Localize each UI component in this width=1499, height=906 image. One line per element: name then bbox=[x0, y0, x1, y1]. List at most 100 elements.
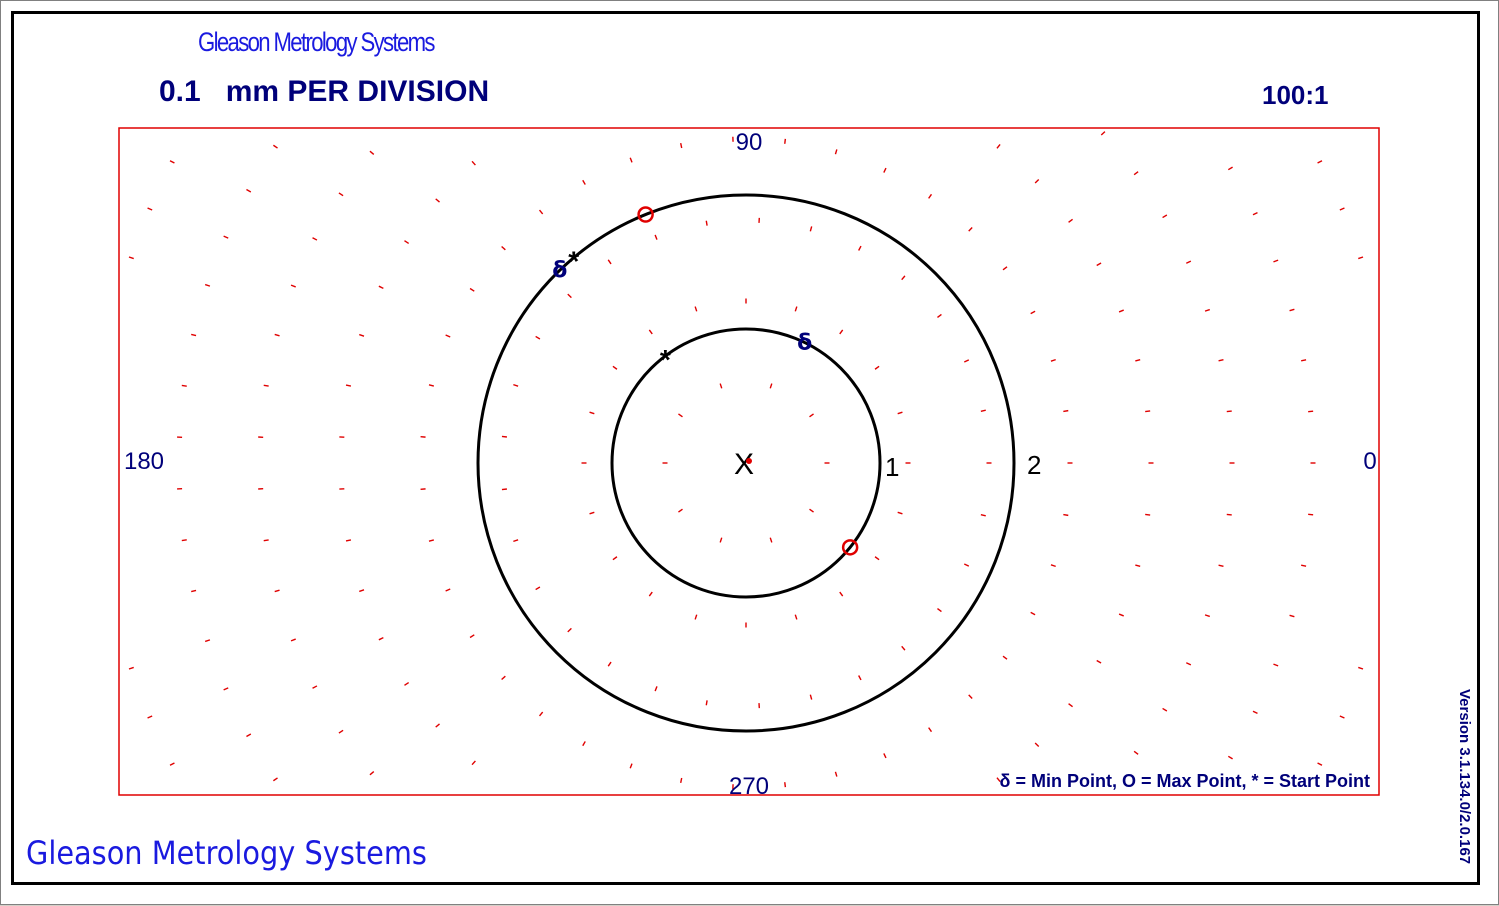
angle-label-180: 180 bbox=[124, 448, 164, 475]
grid-tick bbox=[536, 336, 540, 339]
angle-label-270: 270 bbox=[729, 773, 769, 800]
grid-tick bbox=[937, 314, 941, 317]
grid-tick bbox=[649, 330, 652, 334]
angle-label-90: 90 bbox=[736, 129, 763, 156]
grid-tick bbox=[1069, 219, 1073, 222]
grid-tick bbox=[969, 695, 972, 699]
grid-tick bbox=[835, 772, 836, 777]
grid-tick bbox=[129, 667, 134, 669]
grid-tick bbox=[859, 246, 861, 250]
grid-tick bbox=[898, 512, 903, 514]
grid-tick bbox=[379, 286, 384, 288]
grid-tick bbox=[404, 241, 408, 244]
grid-tick bbox=[170, 161, 174, 163]
grid-tick bbox=[224, 236, 229, 238]
grid-tick bbox=[1186, 663, 1191, 665]
grid-tick bbox=[1290, 309, 1295, 310]
grid-tick bbox=[470, 288, 474, 291]
brand-logo-bottom: Gleason Metrology Systems bbox=[26, 834, 427, 872]
grid-tick bbox=[1301, 565, 1306, 566]
grid-tick bbox=[339, 193, 343, 196]
grid-tick bbox=[1097, 263, 1101, 265]
grid-tick bbox=[902, 276, 905, 280]
grid-tick bbox=[875, 557, 879, 560]
grid-tick bbox=[429, 385, 434, 386]
grid-tick bbox=[205, 640, 210, 642]
ring-label-1: 1 bbox=[885, 452, 899, 482]
grid-tick bbox=[678, 509, 682, 512]
grid-tick bbox=[1318, 763, 1322, 765]
grid-tick bbox=[630, 158, 632, 163]
grid-tick bbox=[1227, 514, 1232, 515]
grid-tick bbox=[981, 515, 986, 516]
grid-tick bbox=[902, 646, 905, 650]
grid-tick bbox=[273, 778, 277, 781]
grid-tick bbox=[898, 412, 903, 414]
grid-tick bbox=[681, 143, 682, 148]
grid-tick bbox=[937, 609, 941, 612]
grid-tick bbox=[795, 615, 797, 620]
grid-tick bbox=[1186, 261, 1191, 263]
grid-tick bbox=[148, 716, 153, 718]
grid-tick bbox=[1253, 213, 1257, 215]
grid-tick bbox=[1031, 612, 1035, 614]
grid-tick bbox=[1119, 614, 1124, 616]
grid-tick bbox=[1145, 411, 1150, 412]
grid-tick bbox=[840, 592, 843, 596]
grid-tick bbox=[129, 257, 134, 259]
grid-tick bbox=[291, 639, 296, 641]
grid-tick bbox=[655, 686, 657, 691]
legend: δ = Min Point, O = Max Point, * = Start … bbox=[1000, 771, 1370, 791]
grid-tick bbox=[513, 385, 518, 387]
grid-tick bbox=[1358, 667, 1363, 669]
grid-tick bbox=[720, 538, 722, 543]
grid-tick bbox=[681, 778, 682, 783]
grid-tick bbox=[810, 226, 811, 231]
grid-tick bbox=[590, 512, 595, 514]
grid-tick bbox=[859, 675, 861, 679]
grid-tick bbox=[540, 712, 543, 716]
grid-tick bbox=[929, 194, 932, 198]
grid-tick bbox=[608, 260, 611, 264]
grid-tick bbox=[429, 540, 434, 541]
grid-tick bbox=[770, 384, 772, 389]
grid-tick bbox=[246, 190, 250, 192]
polar-chart: Xδ*δ* 90 270 180 0 1 2 δ = Min Point, O … bbox=[1, 1, 1499, 906]
start-point-marker: * bbox=[568, 246, 579, 277]
grid-tick bbox=[1135, 565, 1140, 566]
grid-tick bbox=[313, 686, 317, 688]
grid-tick bbox=[1097, 661, 1101, 663]
grid-tick bbox=[964, 360, 969, 362]
version-label: Version 3.1.134.0/2.0.167 bbox=[1456, 689, 1473, 864]
grid-tick bbox=[470, 635, 474, 638]
grid-tick bbox=[370, 151, 374, 154]
grid-tick bbox=[884, 753, 886, 758]
grid-tick bbox=[583, 180, 586, 184]
grid-tick bbox=[706, 700, 707, 705]
grid-tick bbox=[1340, 208, 1345, 210]
grid-tick bbox=[1003, 267, 1007, 270]
grid-tick bbox=[655, 235, 657, 240]
grid-tick bbox=[472, 761, 475, 765]
grid-tick bbox=[264, 385, 269, 386]
grid-tick bbox=[1135, 360, 1140, 361]
grid-tick bbox=[613, 557, 617, 560]
grid-tick bbox=[1003, 656, 1007, 659]
grid-tick bbox=[649, 592, 652, 596]
start-point-marker: * bbox=[660, 344, 671, 375]
grid-tick bbox=[583, 741, 586, 745]
grid-tick bbox=[785, 139, 786, 144]
grid-tick bbox=[502, 676, 506, 679]
min-point-marker: δ bbox=[797, 331, 812, 356]
grid-tick bbox=[170, 763, 174, 765]
grid-tick bbox=[339, 730, 343, 733]
grid-tick bbox=[379, 638, 384, 640]
grid-tick bbox=[964, 564, 969, 566]
grid-tick bbox=[275, 590, 280, 591]
grid-tick bbox=[678, 414, 682, 417]
grid-tick bbox=[191, 334, 196, 335]
grid-tick bbox=[346, 385, 351, 386]
grid-tick bbox=[148, 208, 153, 210]
grid-tick bbox=[502, 246, 506, 249]
grid-tick bbox=[1134, 751, 1138, 754]
